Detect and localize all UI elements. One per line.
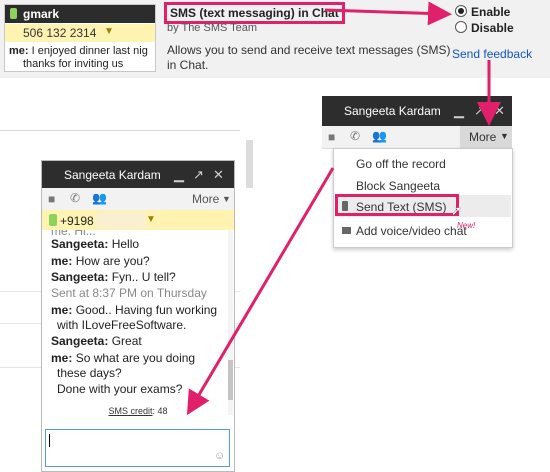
annotation-overlay (186, 1, 501, 416)
arrow-to-chat (186, 167, 335, 416)
arrow-to-enable (324, 1, 452, 26)
